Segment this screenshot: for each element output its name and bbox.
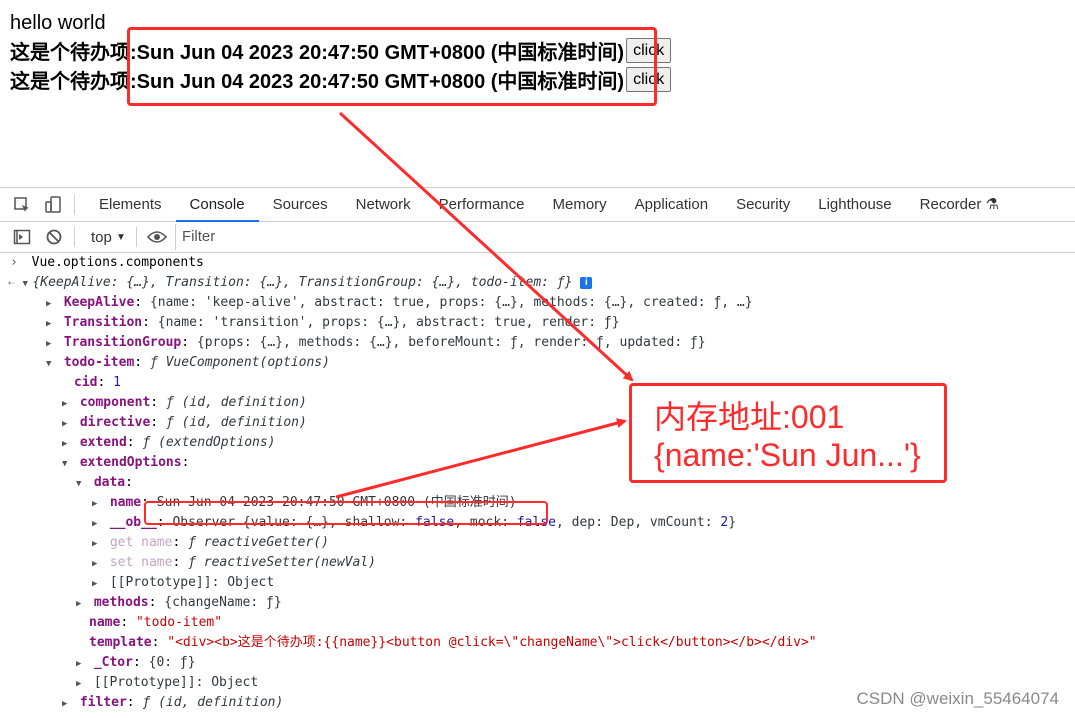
callout-line-1: 内存地址:001 <box>654 399 845 435</box>
arrow-to-callout-1 <box>338 111 634 382</box>
memory-address-callout: 内存地址:001 {name:'Sun Jun...'} <box>629 383 947 483</box>
callout-line-2: {name:'Sun Jun...'} <box>654 437 921 473</box>
annotation-arrows <box>335 111 634 499</box>
watermark: CSDN @weixin_55464074 <box>856 689 1059 708</box>
arrow-to-callout-2 <box>335 418 627 499</box>
